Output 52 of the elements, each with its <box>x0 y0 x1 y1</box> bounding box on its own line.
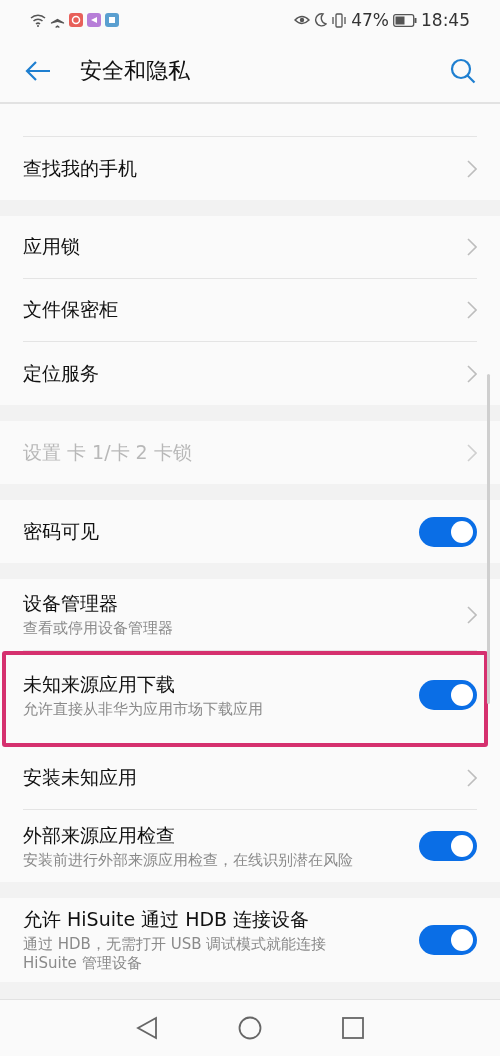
chevron-icon <box>467 769 477 787</box>
chevron-icon <box>467 301 477 319</box>
settings-row[interactable]: 定位服务 <box>0 342 500 405</box>
clock-time: 18:45 <box>421 10 470 30</box>
vibrate-icon <box>331 12 348 28</box>
app-icon <box>105 13 119 27</box>
settings-row[interactable]: 密码可见 <box>0 500 500 563</box>
row-subtitle: 查看或停用设备管理器 <box>23 619 174 638</box>
row-subtitle: 通过 HDB，无需打开 USB 调试模式就能连接 HiSuite 管理设备 <box>23 935 328 973</box>
back-button[interactable] <box>24 60 52 82</box>
app-icon <box>69 13 83 27</box>
toggle-switch[interactable] <box>419 925 477 955</box>
row-title: 应用锁 <box>23 234 81 259</box>
recents-nav-button[interactable] <box>342 1017 364 1039</box>
battery-percent: 47% <box>351 10 389 30</box>
search-button[interactable] <box>450 58 476 84</box>
settings-row[interactable]: 应用锁 <box>0 216 500 279</box>
row-title: 设备管理器 <box>23 591 119 616</box>
settings-row[interactable]: 设备管理器 查看或停用设备管理器 <box>0 579 500 651</box>
app-icon <box>87 13 101 27</box>
settings-row[interactable]: 允许 HiSuite 通过 HDB 连接设备 通过 HDB，无需打开 USB 调试模式就能连接 HiSuite 管理设备 <box>0 898 500 982</box>
row-title: 允许 HiSuite 通过 HDB 连接设备 <box>23 907 311 932</box>
settings-row[interactable]: 未知来源应用下载 允许直接从非华为应用市场下载应用 <box>6 659 484 731</box>
home-nav-button[interactable] <box>238 1016 262 1040</box>
back-nav-button[interactable] <box>136 1016 158 1040</box>
chevron-icon <box>467 605 477 624</box>
toggle-switch[interactable] <box>419 680 477 710</box>
eye-icon <box>294 14 311 26</box>
settings-row[interactable]: 文件保密柜 <box>0 279 500 342</box>
row-title: 外部来源应用检查 <box>23 822 176 848</box>
settings-row[interactable]: 安装未知应用 <box>0 747 500 810</box>
row-title: 查找我的手机 <box>23 155 138 181</box>
settings-row[interactable]: 查找我的手机 <box>0 137 500 200</box>
toggle-switch[interactable] <box>419 831 477 861</box>
chevron-icon <box>467 159 477 178</box>
chevron-icon <box>467 364 477 383</box>
wifi-icon <box>30 13 46 27</box>
row-subtitle: 安装前进行外部来源应用检查，在线识别潜在风险 <box>23 850 354 870</box>
page-title: 安全和隐私 <box>80 57 191 85</box>
row-title: 设置 卡 1/卡 2 卡锁 <box>23 439 193 465</box>
chevron-icon <box>467 443 477 462</box>
row-title: 定位服务 <box>23 360 100 386</box>
row-title: 未知来源应用下载 <box>23 671 176 697</box>
battery-icon <box>393 13 417 27</box>
moon-icon <box>314 13 328 27</box>
chevron-icon <box>467 238 477 256</box>
row-title: 安装未知应用 <box>23 765 138 790</box>
row-title: 文件保密柜 <box>23 297 119 322</box>
toggle-switch[interactable] <box>419 516 477 547</box>
settings-row[interactable]: 外部来源应用检查 安装前进行外部来源应用检查，在线识别潜在风险 <box>0 810 500 882</box>
row-title: 密码可见 <box>23 518 100 544</box>
row-subtitle: 允许直接从非华为应用市场下载应用 <box>23 699 264 719</box>
